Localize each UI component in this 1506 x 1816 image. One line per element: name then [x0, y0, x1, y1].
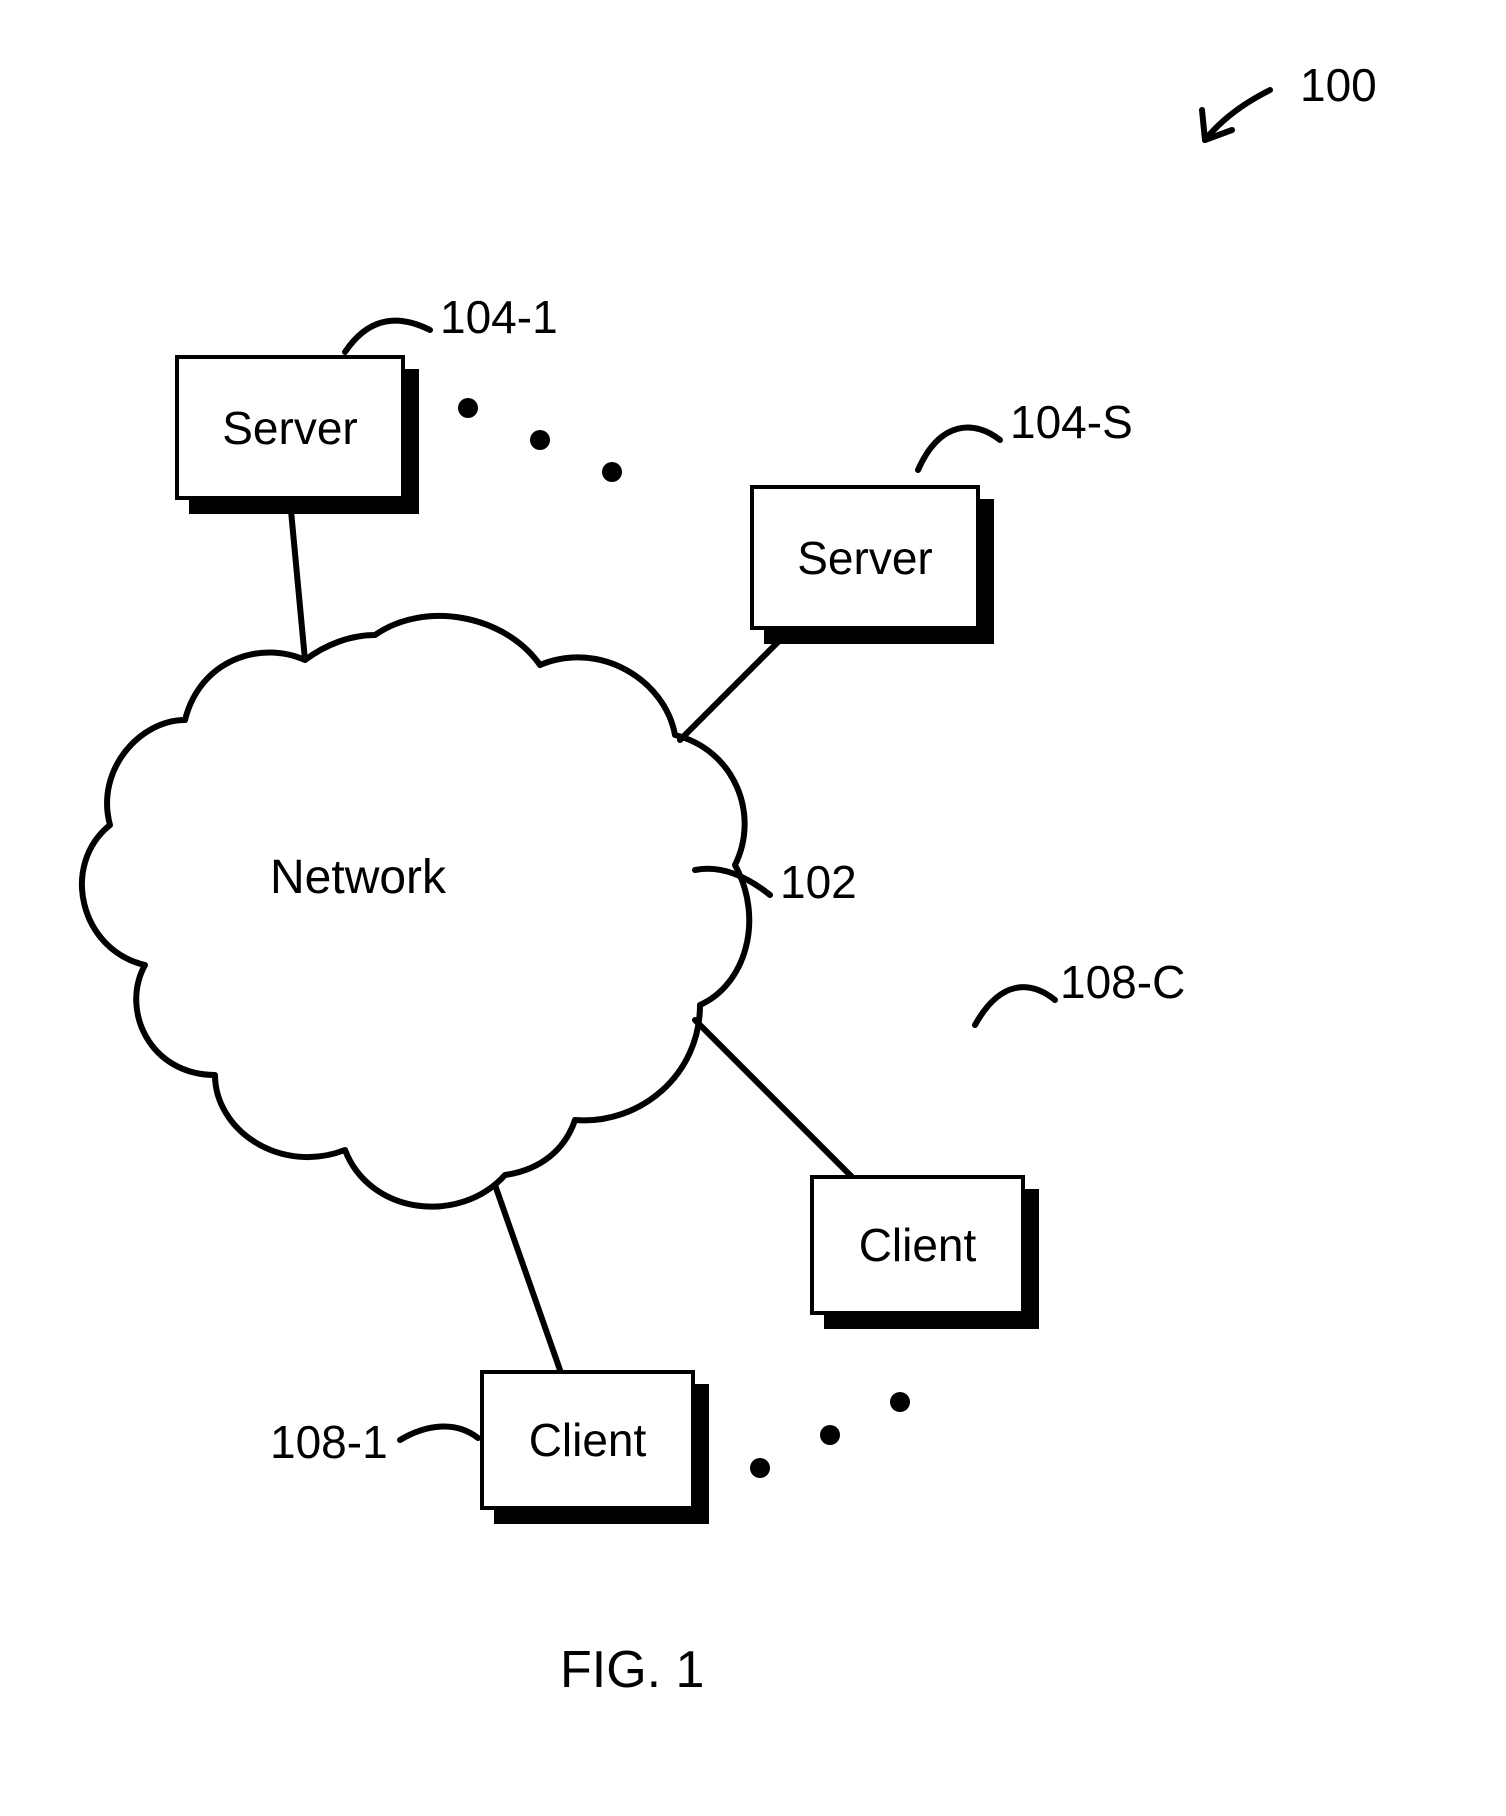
arrow-100: [1202, 90, 1270, 140]
network-text: Network: [270, 850, 446, 905]
line-server1: [290, 500, 305, 660]
dots-clients: [750, 1392, 910, 1478]
client-1-text: Client: [529, 1413, 647, 1467]
diagram-canvas: Server Server Client Client Network 100 …: [0, 0, 1506, 1816]
line-client1: [495, 1185, 560, 1370]
server-s-text: Server: [797, 531, 932, 585]
line-serverS: [680, 630, 790, 740]
diagram-svg: [0, 0, 1506, 1816]
leader-104-S: [918, 428, 1000, 470]
leader-104-1: [345, 321, 430, 352]
network-cloud-outline: [82, 616, 749, 1207]
leader-108-C: [975, 987, 1055, 1025]
leader-108-1: [400, 1426, 478, 1440]
figure-caption: FIG. 1: [560, 1640, 704, 1700]
ref-108-C: 108-C: [1060, 955, 1185, 1009]
ref-104-S: 104-S: [1010, 395, 1133, 449]
server-1-text: Server: [222, 401, 357, 455]
leader-102: [695, 869, 770, 895]
client-c-text: Client: [859, 1218, 977, 1272]
ref-104-1: 104-1: [440, 290, 558, 344]
ref-100: 100: [1300, 58, 1377, 112]
line-clientC: [695, 1020, 860, 1185]
dots-servers: [458, 398, 622, 482]
ref-102: 102: [780, 855, 857, 909]
ref-108-1: 108-1: [270, 1415, 388, 1469]
